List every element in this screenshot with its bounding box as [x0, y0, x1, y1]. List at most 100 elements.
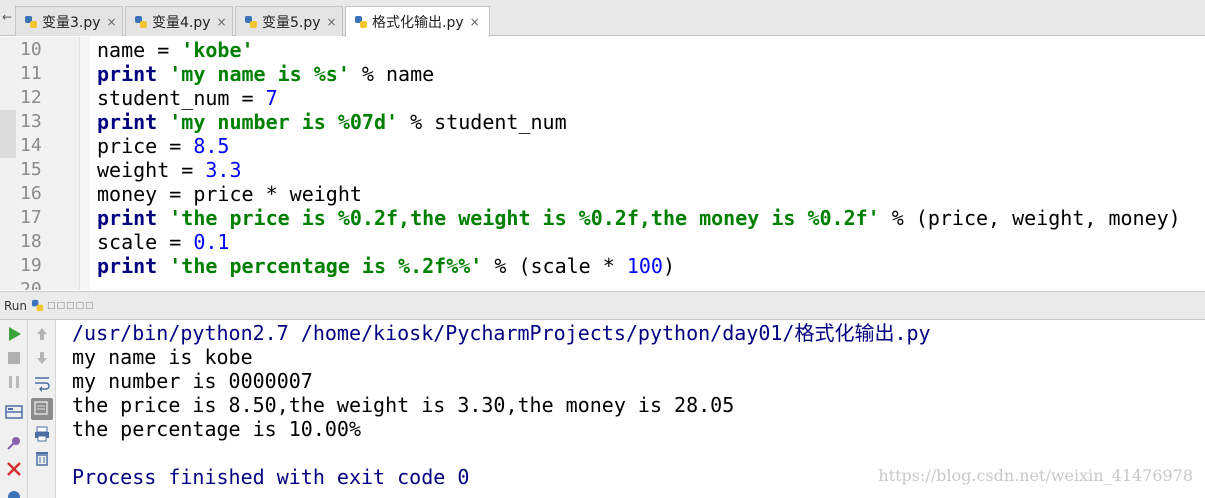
pause-icon: [9, 376, 19, 388]
code-string: 'my number is %07d': [169, 110, 399, 134]
code-text: % (price, weight, money): [879, 206, 1181, 230]
code-text: ): [662, 254, 676, 278]
gutter-marker: [0, 134, 16, 158]
close-icon[interactable]: ×: [107, 16, 117, 28]
scroll-up-button[interactable]: [32, 324, 52, 344]
scroll-to-end-button[interactable]: [31, 398, 53, 420]
layout-button[interactable]: [4, 402, 24, 422]
clear-all-button[interactable]: [32, 448, 52, 468]
code-number: 7: [265, 86, 278, 110]
code-string: 'kobe': [181, 38, 254, 62]
layout-icon: [5, 405, 23, 419]
console-line: the percentage is 10.00%: [72, 417, 361, 441]
code-line[interactable]: print 'the percentage is %.2f%%' % (scal…: [97, 254, 675, 278]
line-number: 18: [20, 231, 42, 252]
help-icon: [8, 491, 20, 498]
pin-button[interactable]: [4, 433, 24, 453]
tab-label: 变量5.py: [262, 14, 321, 31]
code-keyword: print: [97, 254, 158, 278]
line-number: 14: [20, 135, 42, 156]
pause-button[interactable]: [4, 372, 24, 392]
line-number: 10: [20, 39, 42, 60]
print-icon: [35, 426, 49, 442]
tab-scroll-left-icon[interactable]: ←: [0, 9, 14, 25]
run-toolbar-right: [28, 320, 56, 498]
line-number: 20: [20, 279, 42, 290]
help-button[interactable]: [4, 483, 24, 498]
arrow-up-icon: [37, 328, 47, 340]
scroll-down-button[interactable]: [32, 348, 52, 368]
gutter-marker: [0, 110, 16, 134]
code-number: 3.3: [205, 158, 242, 182]
code-text: % student_num: [398, 110, 567, 134]
print-button[interactable]: [32, 424, 52, 444]
pin-icon: [7, 437, 20, 450]
code-text: money = price * weight: [97, 182, 362, 206]
python-file-icon: [135, 15, 147, 28]
close-red-icon: [7, 462, 21, 476]
code-line[interactable]: print 'the price is %0.2f,the weight is …: [97, 206, 1181, 230]
python-file-icon: [355, 16, 367, 28]
tab-格式化输出[interactable]: 格式化输出.py ×: [345, 6, 490, 37]
soft-wrap-button[interactable]: [32, 372, 52, 392]
code-editor[interactable]: 10 11 12 13 14 15 16 17 18 19 20 name = 'kobe' prin…: [0, 37, 1205, 290]
code-text: weight =: [97, 158, 206, 182]
python-file-icon: [25, 15, 37, 28]
close-run-button[interactable]: [4, 459, 24, 479]
run-config-name[interactable]: □□□□□: [47, 301, 95, 311]
run-panel-title: Run: [4, 298, 28, 313]
close-icon[interactable]: ×: [217, 16, 227, 28]
code-keyword: print: [97, 206, 158, 230]
code-line[interactable]: student_num = 7: [97, 86, 278, 110]
code-line[interactable]: scale = 0.1: [97, 230, 229, 254]
code-string: 'my name is %s': [169, 62, 350, 86]
python-run-config-icon: [31, 299, 44, 312]
editor-tab-bar: ← 变量3.py × 变量4.py × 变量5.py × 格式化输出.py ×: [0, 0, 1205, 37]
code-string: 'the price is %0.2f,the weight is %0.2f,…: [169, 206, 880, 230]
soft-wrap-icon: [35, 377, 50, 392]
run-panel-header: Run □□□□□: [0, 291, 1205, 320]
code-line[interactable]: name = 'kobe': [97, 38, 254, 62]
line-number: 16: [20, 183, 42, 204]
close-icon[interactable]: ×: [327, 16, 337, 28]
stop-button[interactable]: [4, 348, 24, 368]
code-line[interactable]: weight = 3.3: [97, 158, 242, 182]
play-icon: [9, 327, 21, 341]
code-line[interactable]: print 'my name is %s' % name: [97, 62, 434, 86]
line-number: 19: [20, 255, 42, 276]
code-text: % name: [349, 62, 435, 86]
code-line[interactable]: price = 8.5: [97, 134, 229, 158]
code-text: name =: [97, 38, 182, 62]
fold-gutter: [80, 37, 90, 290]
python-file-icon: [245, 15, 257, 28]
close-icon[interactable]: ×: [470, 16, 480, 28]
run-toolbar-left: [0, 320, 28, 498]
tab-变量3[interactable]: 变量3.py ×: [15, 6, 123, 36]
code-keyword: print: [97, 62, 158, 86]
code-number: 0.1: [193, 230, 230, 254]
rerun-button[interactable]: [4, 324, 24, 344]
code-text: price =: [97, 134, 194, 158]
editor-left-strip: [0, 37, 16, 290]
console-line: Process finished with exit code 0: [72, 465, 470, 489]
stop-icon: [8, 352, 20, 364]
tab-label: 格式化输出.py: [372, 15, 464, 31]
code-text: student_num =: [97, 86, 266, 110]
tab-变量5[interactable]: 变量5.py ×: [235, 6, 343, 36]
code-text: scale =: [97, 230, 194, 254]
console-line: my number is 0000007: [72, 369, 313, 393]
tab-变量4[interactable]: 变量4.py ×: [125, 6, 233, 36]
console-line: the price is 8.50,the weight is 3.30,the…: [72, 393, 735, 417]
code-line[interactable]: print 'my number is %07d' % student_num: [97, 110, 567, 134]
scroll-to-end-icon: [34, 401, 48, 415]
blog-watermark: https://blog.csdn.net/weixin_41476978: [878, 466, 1193, 485]
arrow-down-icon: [37, 352, 47, 364]
console-line: /usr/bin/python2.7 /home/kiosk/PycharmPr…: [72, 321, 931, 345]
code-line[interactable]: money = price * weight: [97, 182, 362, 206]
code-number: 8.5: [193, 134, 230, 158]
line-number: 15: [20, 159, 42, 180]
